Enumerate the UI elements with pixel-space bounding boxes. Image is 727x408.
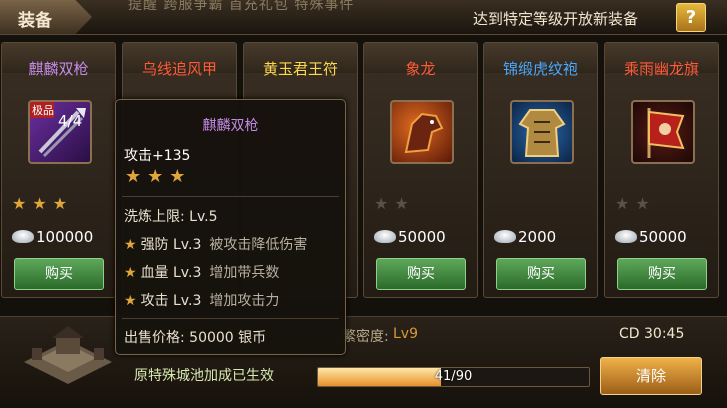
star-icon: ★	[615, 194, 636, 213]
star-icon: ★	[635, 194, 656, 213]
star-icon: ★	[125, 166, 148, 187]
prosperity-label: 繁密度:	[342, 329, 389, 345]
clear-cooldown-button[interactable]: 清除	[600, 357, 702, 395]
item-tooltip: 麒麟双枪 攻击+135 ★★★ 洗炼上限: Lv.5 ★ 强防 Lv.3 被攻击降低…	[115, 99, 346, 355]
price-value: 50000	[639, 228, 687, 246]
price: 100000	[12, 228, 93, 246]
item-card-robe[interactable]: 锦缎虎纹袍 2000 购买	[483, 42, 598, 298]
price: 2000	[494, 228, 556, 246]
city-icon[interactable]	[18, 318, 118, 388]
silver-icon	[494, 230, 516, 243]
prosperity-progress-bar: 41/90	[317, 367, 590, 387]
silver-icon	[615, 230, 637, 243]
item-card-banner[interactable]: 乘雨幽龙旗 ★★ 50000 购买	[604, 42, 719, 298]
tooltip-attribute: ★ 攻击 Lv.3 增加攻击力	[124, 290, 279, 310]
star-icon: ★	[124, 237, 137, 253]
item-card-qilin-spears[interactable]: 麒麟双枪 极品 4/4 ★★★ 100000 购买	[1, 42, 116, 298]
star-icon: ★	[147, 166, 170, 187]
quality-badge: 极品	[32, 103, 54, 117]
tooltip-attribute: ★ 血量 Lv.3 增加带兵数	[124, 262, 279, 282]
tab-equipment[interactable]: 装备	[0, 0, 92, 34]
price-value: 100000	[36, 228, 94, 246]
item-name: 麒麟双枪	[28, 60, 89, 78]
prosperity-level: Lv9	[393, 326, 418, 342]
price-value: 2000	[518, 228, 557, 246]
item-name: 黄玉君王符	[262, 60, 338, 78]
tooltip-refine-limit: 洗炼上限: Lv.5	[124, 209, 218, 225]
star-rating: ★★	[615, 194, 656, 213]
star-icon: ★	[374, 194, 395, 213]
price-value: 50000	[398, 228, 446, 246]
tooltip-stars: ★★★	[125, 166, 191, 187]
item-count: 4/4	[58, 112, 82, 130]
star-rating: ★★	[374, 194, 415, 213]
tooltip-attack: 攻击+135	[124, 148, 191, 164]
robe-icon[interactable]	[510, 100, 574, 164]
twin-spear-icon[interactable]: 极品 4/4	[28, 100, 92, 164]
horse-icon[interactable]	[390, 100, 454, 164]
progress-text: 41/90	[434, 369, 473, 384]
attribute-desc: 被攻击降低伤害	[209, 237, 308, 253]
help-button[interactable]: ?	[676, 3, 706, 32]
buy-button[interactable]: 购买	[496, 258, 586, 290]
divider	[122, 318, 339, 319]
divider	[122, 196, 339, 197]
tooltip-item-name: 麒麟双枪	[202, 118, 259, 134]
item-card-horse[interactable]: 象龙 ★★ 50000 购买	[363, 42, 478, 298]
buy-button[interactable]: 购买	[376, 258, 466, 290]
star-icon: ★	[124, 293, 137, 309]
top-bar: 装备 提醒 跨服争霸 首充礼包 特殊事件 达到特定等级开放新装备 ?	[0, 0, 727, 35]
tooltip-sell-price: 出售价格: 50000 银币	[124, 330, 267, 346]
banner-icon[interactable]	[631, 100, 695, 164]
tab-equipment-label: 装备	[18, 11, 52, 31]
item-shop-grid: 麒麟双枪 极品 4/4 ★★★ 100000 购买 乌线追风甲 黄玉君王符 象龙	[0, 42, 727, 298]
price: 50000	[615, 228, 687, 246]
item-name: 象龙	[405, 60, 436, 78]
attribute-label: 血量 Lv.3	[140, 265, 202, 281]
item-name: 乌线追风甲	[141, 60, 217, 78]
star-rating: ★★★	[12, 194, 73, 213]
item-name: 锦缎虎纹袍	[502, 60, 578, 78]
attribute-desc: 增加带兵数	[209, 265, 280, 281]
price: 50000	[374, 228, 446, 246]
silver-icon	[374, 230, 396, 243]
attribute-desc: 增加攻击力	[209, 293, 280, 309]
star-icon: ★	[32, 194, 53, 213]
star-icon: ★	[394, 194, 415, 213]
tooltip-attribute: ★ 强防 Lv.3 被攻击降低伤害	[124, 234, 307, 254]
buy-button[interactable]: 购买	[617, 258, 707, 290]
marquee-text: 提醒 跨服争霸 首充礼包 特殊事件	[128, 0, 355, 13]
star-icon: ★	[124, 265, 137, 281]
star-icon: ★	[52, 194, 74, 213]
item-name: 乘雨幽龙旗	[623, 60, 699, 78]
cooldown-timer: CD 30:45	[619, 326, 685, 342]
star-icon: ★	[169, 166, 192, 187]
star-icon: ★	[12, 194, 33, 213]
unlock-notice: 达到特定等级开放新装备	[473, 10, 639, 28]
city-bonus-status: 原特殊城池加成已生效	[134, 368, 274, 384]
silver-icon	[12, 230, 34, 243]
attribute-label: 攻击 Lv.3	[140, 293, 202, 309]
attribute-label: 强防 Lv.3	[140, 237, 202, 253]
buy-button[interactable]: 购买	[14, 258, 104, 290]
